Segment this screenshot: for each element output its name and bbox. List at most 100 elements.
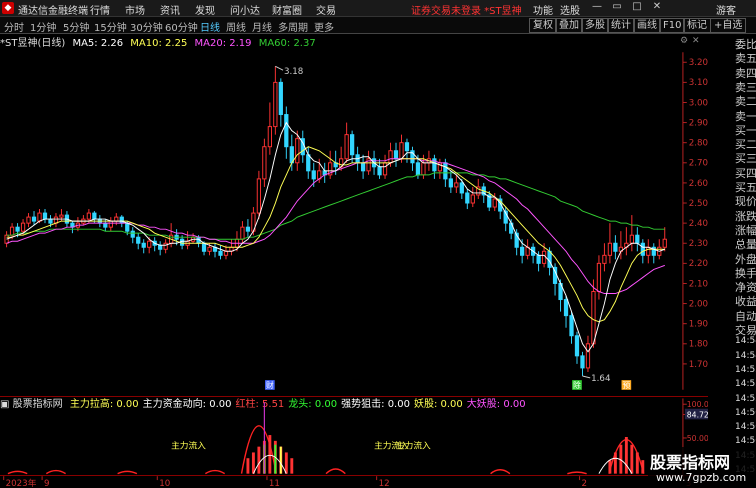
- candle-body: [179, 238, 185, 246]
- indicator-curve: [45, 469, 66, 475]
- candle-body: [306, 154, 311, 172]
- quote-panel-label: 14:56: [735, 436, 756, 447]
- period-week[interactable]: 周线: [226, 19, 246, 34]
- candle-body: [360, 162, 366, 172]
- minimize-icon[interactable]: —: [590, 1, 604, 12]
- period-day[interactable]: 日线: [200, 19, 220, 34]
- event-marker-label: 预: [622, 380, 630, 390]
- green-bar: [274, 444, 277, 474]
- event-marker-label: 除: [573, 380, 581, 390]
- date-tick-label: 2023年: [6, 477, 37, 488]
- quote-panel-label: 14:55: [735, 364, 756, 375]
- price-tick-label: 2.90: [689, 118, 708, 128]
- candle-body: [273, 81, 278, 128]
- price-tick-label: 2.70: [689, 159, 708, 169]
- period-1min[interactable]: 1分钟: [30, 19, 56, 34]
- period-multi[interactable]: 多周期: [278, 19, 308, 34]
- indicator-chart[interactable]: 100.0084.7250.00主力流入主力流入主力流入: [0, 396, 708, 477]
- price-tick-label: 2.10: [689, 279, 708, 289]
- low-label: 1.64: [591, 374, 611, 384]
- candle-body: [223, 250, 229, 256]
- candle-body: [141, 242, 146, 248]
- candle-body: [245, 226, 251, 232]
- tool-tongji[interactable]: 统计: [607, 18, 635, 33]
- high-pointer: [275, 65, 284, 71]
- candle-body: [267, 126, 272, 148]
- period-month[interactable]: 月线: [252, 19, 272, 34]
- event-marker-label: 财: [266, 380, 274, 390]
- user-guest[interactable]: 游客: [716, 2, 736, 17]
- maximize-icon[interactable]: □: [630, 1, 644, 12]
- low-pointer: [582, 375, 591, 379]
- chart-close-icon[interactable]: ✕: [692, 36, 700, 46]
- menu-hangqing[interactable]: 行情: [90, 2, 110, 17]
- yellow-bar: [279, 446, 282, 474]
- quote-panel-label: 14:55: [735, 393, 756, 404]
- tool-diejia[interactable]: 叠加: [555, 18, 583, 33]
- candle-body: [404, 142, 410, 152]
- candle-body: [344, 134, 349, 160]
- watermark: 股票指标网 www.7gpzb.com: [648, 447, 756, 487]
- candle-body: [42, 212, 48, 220]
- restore-icon[interactable]: ▭: [610, 1, 624, 12]
- price-tick-label: 2.50: [689, 199, 708, 209]
- tool-fuquan[interactable]: 复权: [529, 18, 557, 33]
- period-15min[interactable]: 15分钟: [94, 19, 127, 34]
- candle-body: [125, 222, 130, 232]
- close-icon[interactable]: ✕: [650, 1, 664, 12]
- menu-wenxiaoda[interactable]: 问小达: [230, 2, 260, 17]
- login-alert[interactable]: 证券交易未登录 *ST昱神: [411, 2, 522, 17]
- menu-caifuquan[interactable]: 财富圈: [272, 2, 302, 17]
- chart-settings-icon[interactable]: ⚙: [680, 36, 688, 46]
- watermark-title: 股票指标网: [650, 453, 731, 472]
- indicator-curve: [490, 469, 511, 475]
- menu-faxian[interactable]: 发现: [195, 2, 215, 17]
- period-toolbar: 分时 1分钟 5分钟 15分钟 30分钟 60分钟 日线 周线 月线 多周期 更…: [0, 17, 756, 34]
- tool-huaxian[interactable]: 画线: [633, 18, 661, 33]
- candle-body: [37, 212, 42, 222]
- menu-shichang[interactable]: 市场: [125, 2, 145, 17]
- period-5min[interactable]: 5分钟: [63, 19, 89, 34]
- candle-body: [158, 244, 163, 250]
- period-more[interactable]: 更多: [314, 19, 334, 34]
- period-fenshi[interactable]: 分时: [4, 19, 24, 34]
- candle-body: [9, 226, 15, 236]
- tool-f10[interactable]: F10: [659, 18, 686, 33]
- menu-xuangu[interactable]: 选股: [560, 2, 580, 17]
- candle-body: [492, 198, 497, 208]
- candle-body: [662, 238, 667, 248]
- candle-body: [563, 299, 569, 317]
- candle-body: [591, 291, 596, 345]
- period-60min[interactable]: 60分钟: [165, 19, 198, 34]
- candle-body: [20, 222, 26, 232]
- candle-body: [574, 335, 580, 357]
- price-tick-label: 2.80: [689, 139, 708, 149]
- tool-duogu[interactable]: 多股: [581, 18, 609, 33]
- watermark-url: www.7gpzb.com: [656, 471, 747, 484]
- flow-label: 主力流入: [171, 440, 206, 452]
- candle-body: [388, 150, 393, 164]
- candle-body: [635, 234, 640, 244]
- quote-panel-label: 14:56: [735, 422, 756, 433]
- candle-body: [262, 146, 267, 180]
- indicator-tick-label: 50.00: [687, 434, 708, 443]
- title-bar: ◆ 通达信金融终端 行情 市场 资讯 发现 问小达 财富圈 交易 证券交易未登录…: [0, 0, 756, 17]
- candle-body: [640, 242, 645, 256]
- tool-biaoji[interactable]: 标记: [683, 18, 711, 33]
- price-tick-label: 1.80: [689, 340, 708, 350]
- candle-body: [218, 250, 223, 256]
- candle-body: [415, 162, 421, 176]
- add-watchlist-button[interactable]: +自选: [710, 18, 747, 33]
- candle-body: [602, 254, 607, 264]
- candle-body: [541, 250, 547, 264]
- red-bar: [246, 458, 250, 474]
- quote-panel: 委比 卖五 卖四 卖三 卖二 卖一 买一 买二 买三 买四 买五 现价 涨跌 涨幅 总量 外盘 换手 净资 收益 自动…: [734, 34, 756, 487]
- kline-chart[interactable]: 3.20 3.10 3.00 2.90 2.80 2.70 2.60 2.50 2.40 2.30…: [0, 46, 708, 396]
- price-tick-label: 2.40: [689, 219, 708, 229]
- price-tick-label: 2.00: [689, 299, 708, 309]
- menu-zixun[interactable]: 资讯: [160, 2, 180, 17]
- period-30min[interactable]: 30分钟: [130, 19, 163, 34]
- menu-jiaoyi[interactable]: 交易: [316, 2, 336, 17]
- red-bar: [613, 452, 617, 474]
- menu-gongneng[interactable]: 功能: [533, 2, 553, 17]
